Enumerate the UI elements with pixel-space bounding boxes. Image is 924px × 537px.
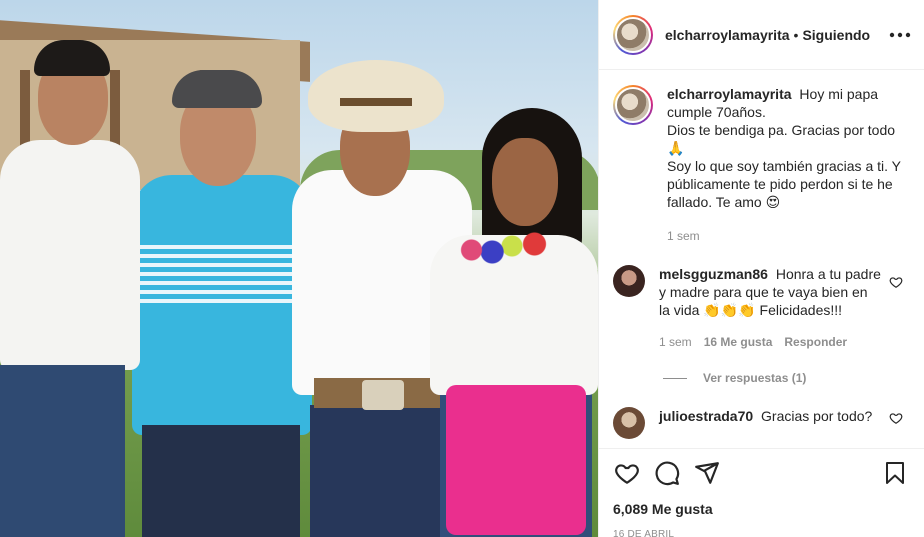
flat-cap	[172, 70, 262, 108]
flower-embroidery	[458, 230, 548, 270]
save-bookmark-icon[interactable]	[881, 459, 909, 487]
post-date[interactable]: 16 DE ABRIL	[613, 529, 909, 537]
comment-username[interactable]: melsgguzman86	[659, 266, 768, 282]
commenter-avatar[interactable]	[613, 407, 645, 439]
caption-author-avatar[interactable]	[613, 85, 653, 125]
comments-list[interactable]: elcharroylamayrita Hoy mi papa cumple 70…	[599, 71, 924, 447]
comment-icon[interactable]	[653, 459, 681, 487]
blue-polo	[132, 175, 312, 435]
caption-username[interactable]: elcharroylamayrita	[667, 86, 792, 102]
jeans	[0, 365, 125, 537]
caption-line-4: Soy lo que soy también gracias a ti. Y p…	[667, 158, 901, 210]
jeans	[142, 425, 300, 537]
white-shirt	[0, 140, 140, 370]
caption-meta: 1 sem	[667, 227, 909, 245]
face	[492, 138, 558, 226]
pink-sash	[446, 385, 586, 535]
comment-likes[interactable]: 16 Me gusta	[704, 333, 773, 351]
comment-body: julioestrada70 Gracias por todo?	[659, 407, 909, 439]
avatar-image	[615, 16, 651, 53]
comment-item: melsgguzman86 Honra a tu padre y madre p…	[613, 265, 909, 351]
comment-text: Gracias por todo?	[761, 408, 873, 424]
post-actions: 6,089 Me gusta 16 DE ABRIL	[599, 448, 924, 537]
action-icons-row	[613, 457, 909, 489]
jeans	[310, 405, 445, 537]
comment-heart-icon[interactable]	[889, 275, 903, 289]
comment-time[interactable]: 1 sem	[659, 333, 692, 351]
caption-body: elcharroylamayrita Hoy mi papa cumple 70…	[667, 85, 909, 245]
avatar-image	[615, 87, 651, 123]
following-button[interactable]: Siguiendo	[802, 27, 870, 43]
like-heart-icon[interactable]	[613, 459, 641, 487]
cowboy-hat	[308, 60, 444, 132]
replies-line	[663, 377, 687, 379]
polo-stripes	[136, 245, 298, 305]
author-avatar[interactable]	[613, 14, 653, 55]
comment-item: julioestrada70 Gracias por todo?	[613, 407, 909, 439]
caption-line-2: Dios te bendiga pa. Gracias por todo	[667, 122, 896, 138]
comment-username[interactable]: julioestrada70	[659, 408, 753, 424]
reply-button[interactable]: Responder	[784, 333, 847, 351]
more-options-icon[interactable]	[887, 22, 913, 48]
post-header: elcharroylamayrita • Siguiendo	[599, 0, 924, 70]
likes-count[interactable]: 6,089 Me gusta	[613, 501, 909, 517]
hat-band	[340, 98, 412, 106]
view-replies-label: Ver respuestas (1)	[703, 371, 807, 385]
caption-line-3: 🙏	[667, 140, 685, 156]
view-replies-button[interactable]: Ver respuestas (1)	[663, 371, 909, 385]
comment-heart-icon[interactable]	[889, 411, 903, 425]
post-side-panel: elcharroylamayrita • Siguiendo elcharroy…	[598, 0, 924, 537]
caption: elcharroylamayrita Hoy mi papa cumple 70…	[613, 85, 909, 245]
instagram-post: elcharroylamayrita • Siguiendo elcharroy…	[0, 0, 924, 537]
author-username[interactable]: elcharroylamayrita	[665, 27, 790, 43]
comment-meta: 1 sem 16 Me gusta Responder	[659, 333, 881, 351]
caption-time[interactable]: 1 sem	[667, 227, 700, 245]
commenter-avatar[interactable]	[613, 265, 645, 297]
belt-buckle	[362, 380, 404, 410]
share-paper-plane-icon[interactable]	[693, 459, 721, 487]
post-photo[interactable]	[0, 0, 598, 537]
comment-body: melsgguzman86 Honra a tu padre y madre p…	[659, 265, 909, 351]
separator-dot: •	[793, 26, 799, 43]
